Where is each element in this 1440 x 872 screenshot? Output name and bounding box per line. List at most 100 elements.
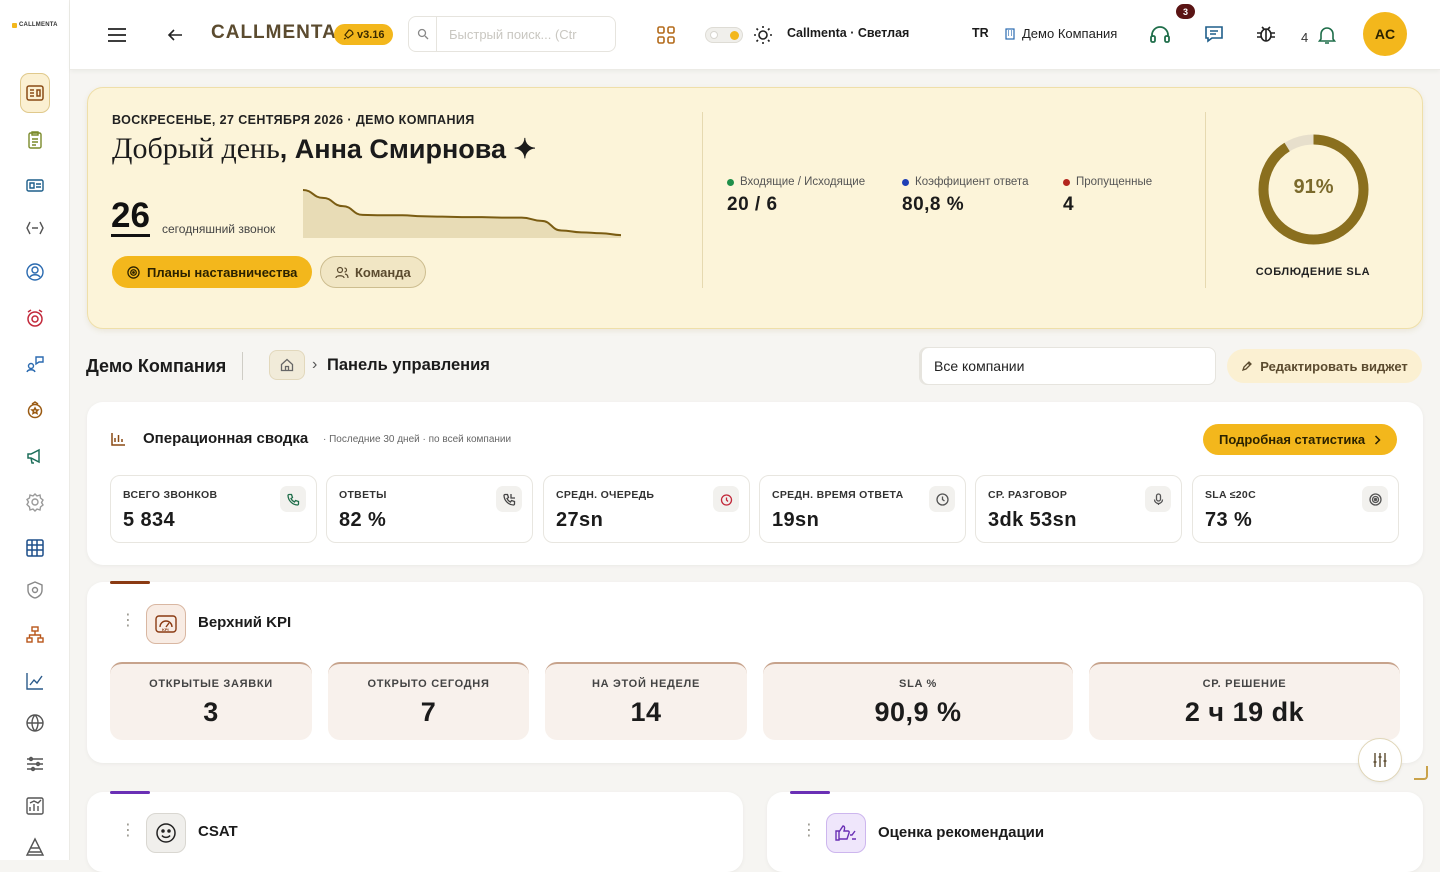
user-avatar[interactable]: AC <box>1363 12 1407 56</box>
notifications-button[interactable] <box>1318 25 1336 45</box>
sidebar-item-reports[interactable] <box>21 126 49 154</box>
team-button[interactable]: Команда <box>320 256 426 288</box>
kpi-value: 4 <box>1063 194 1075 215</box>
kpi-box-sla[interactable]: SLA % 90,9 % <box>763 662 1073 740</box>
theme-label[interactable]: Callmenta · Светлая <box>787 26 909 40</box>
sidebar-item-analytics[interactable] <box>21 792 49 820</box>
sidebar-item-grid[interactable] <box>21 534 49 562</box>
sidebar-item-global[interactable] <box>21 709 49 737</box>
stat-total-calls[interactable]: ВСЕГО ЗВОНКОВ 5 834 <box>110 475 317 543</box>
company-name: Демо Компания <box>1022 26 1118 41</box>
sidebar-logo[interactable]: CALLMENTA <box>12 22 58 28</box>
sidebar-item-settings[interactable] <box>21 488 49 516</box>
kpi-answer-rate: Коэффициент ответа 80,8 % <box>902 176 1028 216</box>
stat-value: 27sn <box>556 509 604 531</box>
widget-accent <box>790 791 830 794</box>
welcome-banner: ВОСКРЕСЕНЬЕ, 27 СЕНТЯБРЯ 2026 · ДЕМО КОМ… <box>87 87 1423 329</box>
arrow-left-icon <box>167 29 182 41</box>
phone-icon <box>280 486 306 512</box>
sidebar-item-campaigns[interactable] <box>21 442 49 470</box>
edit-widget-button[interactable]: Редактировать виджет <box>1227 349 1422 383</box>
sidebar-item-api[interactable] <box>21 214 49 242</box>
hero-divider <box>702 112 703 288</box>
search-input[interactable] <box>437 17 607 51</box>
kpi-box-opened-today[interactable]: ОТКРЫТО СЕГОДНЯ 7 <box>328 662 529 740</box>
back-button[interactable] <box>167 27 183 43</box>
resize-handle-icon[interactable] <box>1414 766 1428 780</box>
kpi-box-avg-resolution[interactable]: СР. РЕШЕНИЕ 2 ч 19 dk <box>1089 662 1400 740</box>
sidebar-item-cards[interactable] <box>21 171 49 199</box>
dashboard-icon <box>26 85 44 101</box>
users-icon <box>335 266 349 278</box>
sidebar: CALLMENTA <box>0 0 70 860</box>
drag-handle-icon[interactable]: ⋮ <box>120 613 136 629</box>
home-button[interactable] <box>269 350 305 380</box>
logo-mark-icon <box>12 22 17 28</box>
stat-value: 5 834 <box>123 509 176 531</box>
chevron-right-icon <box>1375 434 1381 445</box>
notifications-count: 4 <box>1301 30 1309 45</box>
kpi-value: 20 / 6 <box>727 194 778 215</box>
sidebar-item-alarms[interactable] <box>21 304 49 332</box>
apps-button[interactable] <box>656 25 676 45</box>
stat-value: 19sn <box>772 509 820 531</box>
stat-avg-answer-time[interactable]: СРЕДН. ВРЕМЯ ОТВЕТА 19sn <box>759 475 966 543</box>
sidebar-item-org[interactable] <box>21 621 49 649</box>
logo-text: CALLMENTA <box>19 22 58 28</box>
bug-report-button[interactable] <box>1255 23 1277 45</box>
support-agent-icon <box>26 263 44 281</box>
sidebar-item-security[interactable] <box>21 576 49 604</box>
kpi-box-value: 14 <box>630 697 662 727</box>
theme-toggle[interactable] <box>705 27 743 43</box>
timer-icon <box>713 486 739 512</box>
sidebar-item-rewards[interactable] <box>21 396 49 424</box>
settings-gear-icon <box>26 493 44 512</box>
support-button[interactable] <box>1149 24 1171 46</box>
drag-handle-icon[interactable]: ⋮ <box>120 823 136 839</box>
chat-button[interactable] <box>1204 24 1224 44</box>
bell-icon <box>1318 27 1336 44</box>
brand-title[interactable]: CALLMENTA <box>211 22 337 44</box>
company-select[interactable]: Все компании <box>919 347 1216 385</box>
kpi-label: Входящие / Исходящие <box>740 176 866 188</box>
sidebar-item-trends[interactable] <box>21 667 49 695</box>
operations-summary-card: Операционная сводка · Последние 30 дней … <box>87 402 1423 565</box>
kpi-box-value: 7 <box>420 697 437 727</box>
stat-answers[interactable]: ОТВЕТЫ 82 % <box>326 475 533 543</box>
sidebar-item-agents[interactable] <box>21 258 49 286</box>
kpi-label: Коэффициент ответа <box>915 176 1029 188</box>
stat-label: ВСЕГО ЗВОНКОВ <box>123 489 218 501</box>
sidebar-item-dashboard[interactable] <box>20 73 50 113</box>
phone-answer-icon <box>496 486 522 512</box>
operations-summary-subtitle: · Последние 30 дней · по всей компании <box>323 434 512 445</box>
shield-icon <box>27 581 43 599</box>
page-title: Панель управления <box>327 356 490 374</box>
list-sliders-icon <box>27 756 43 772</box>
sliders-icon <box>1373 753 1387 767</box>
sun-icon <box>753 25 773 45</box>
kpi-box-this-week[interactable]: НА ЭТОЙ НЕДЕЛЕ 14 <box>545 662 747 740</box>
company-switch[interactable]: Демо Компания <box>1004 26 1117 41</box>
hero-greeting: Добрый день, Анна Смирнова ✦ <box>112 132 536 166</box>
stat-avg-talk[interactable]: СР. РАЗГОВОР 3dk 53sn <box>975 475 1182 543</box>
headset-icon <box>1150 26 1170 43</box>
kpi-box-open-tickets[interactable]: ОТКРЫТЫЕ ЗАЯВКИ 3 <box>110 662 312 740</box>
sidebar-item-messages[interactable] <box>21 350 49 378</box>
sla-value: 91% <box>1293 176 1334 198</box>
sidebar-item-pyramid[interactable] <box>21 833 49 861</box>
language-switch[interactable]: TR <box>972 26 989 40</box>
message-icon <box>1205 26 1223 43</box>
stat-sla[interactable]: SLA ≤20C 73 % <box>1192 475 1399 543</box>
widget-accent <box>110 791 150 794</box>
mentoring-plans-button[interactable]: Планы наставничества <box>112 256 313 288</box>
stat-label: СР. РАЗГОВОР <box>988 489 1068 501</box>
menu-button[interactable] <box>107 27 127 43</box>
sidebar-item-filters[interactable] <box>21 750 49 778</box>
detailed-stats-button[interactable]: Подробная статистика <box>1203 424 1398 455</box>
status-dot-blue <box>902 178 909 186</box>
home-icon <box>280 358 294 372</box>
search-icon[interactable] <box>409 17 437 51</box>
stat-avg-queue[interactable]: СРЕДН. ОЧЕРЕДЬ 27sn <box>543 475 750 543</box>
drag-handle-icon[interactable]: ⋮ <box>801 823 817 839</box>
widget-settings-button[interactable] <box>1358 738 1402 782</box>
